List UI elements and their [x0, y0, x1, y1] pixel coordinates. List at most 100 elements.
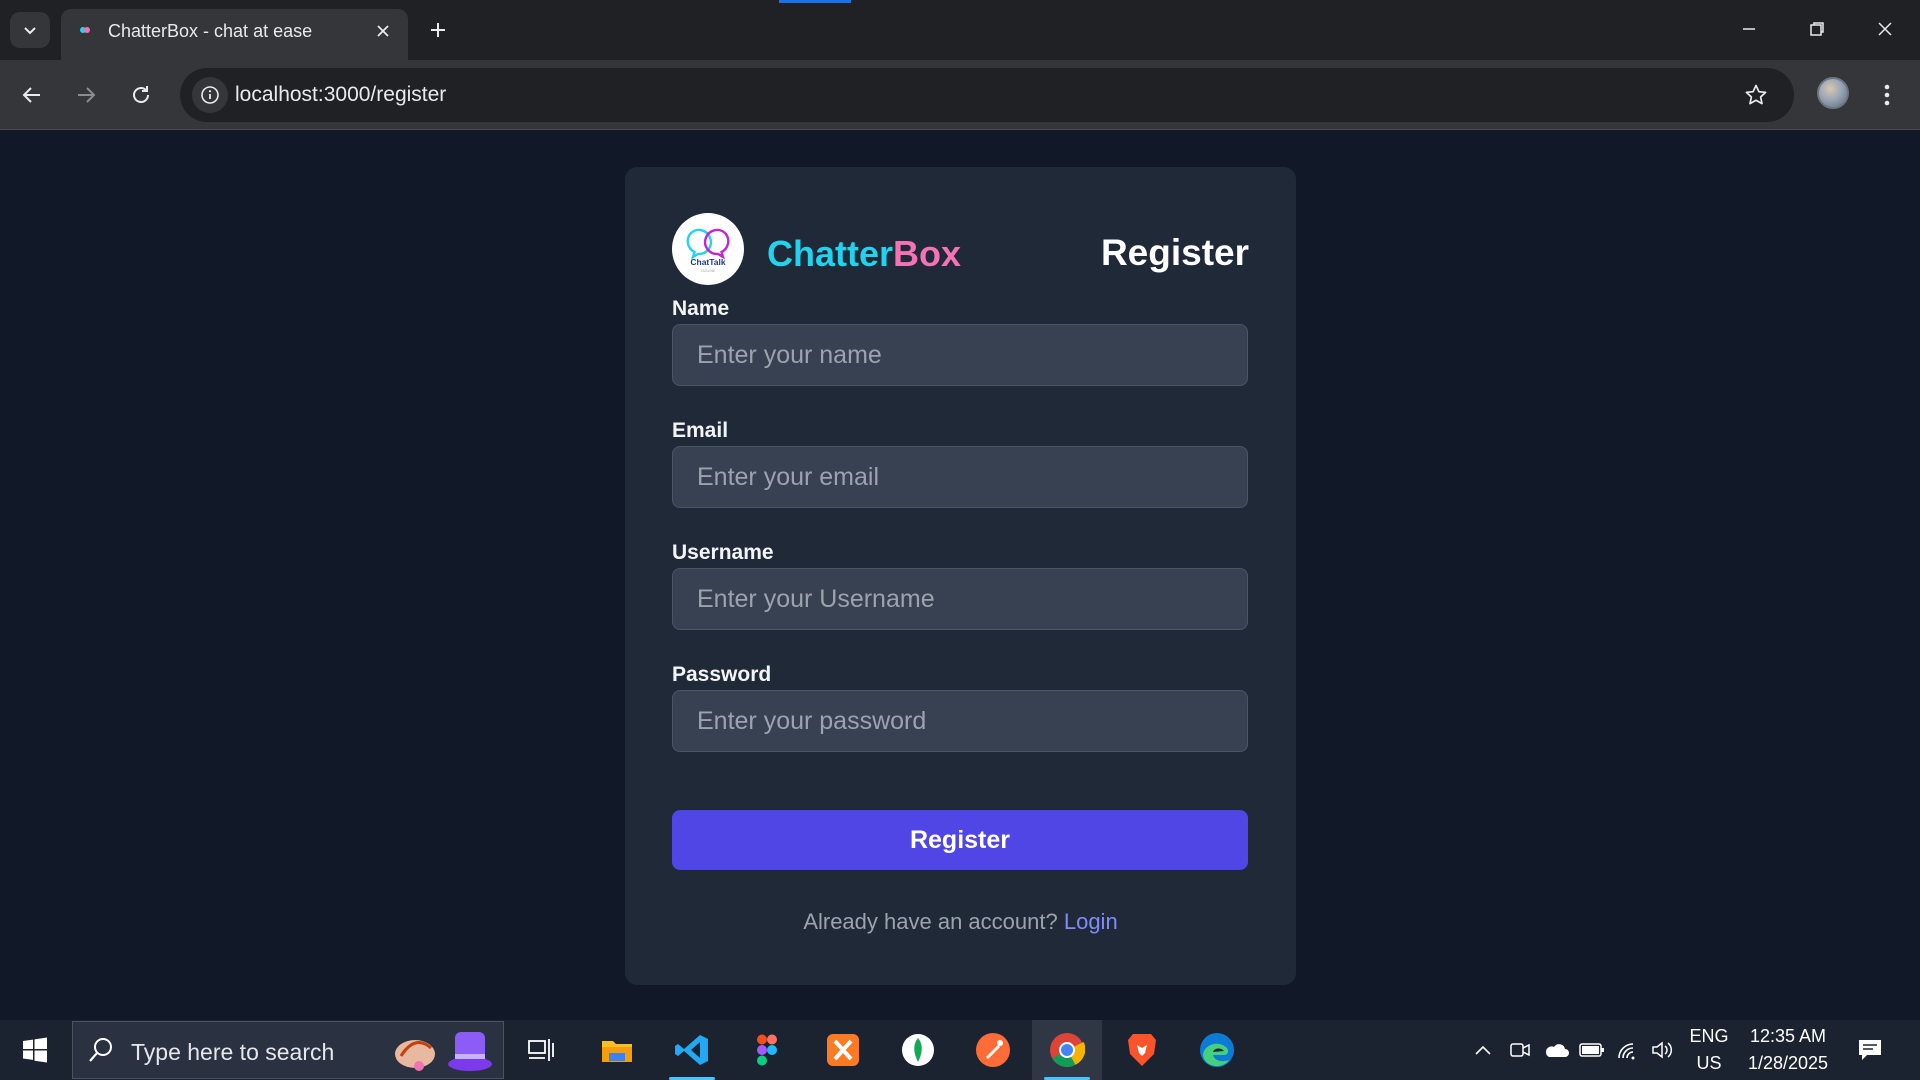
page-title: Register	[1100, 232, 1249, 273]
info-icon	[201, 86, 219, 104]
login-prompt: Already have an account? Login	[625, 909, 1296, 935]
chatterbox-favicon-icon	[80, 27, 90, 33]
brand-name-part1: Chatter	[767, 233, 894, 274]
restore-icon	[1810, 22, 1824, 36]
brand-name: ChatterBox	[767, 233, 961, 275]
battery-icon	[1579, 1043, 1604, 1057]
close-icon	[1878, 22, 1892, 36]
file-explorer-taskbar-button[interactable]	[582, 1020, 652, 1080]
arrow-right-icon	[78, 87, 96, 103]
volume-tray-button[interactable]	[1648, 1036, 1676, 1064]
tab-search-button[interactable]	[10, 12, 50, 48]
username-label: Username	[672, 541, 774, 564]
login-link[interactable]: Login	[1064, 909, 1118, 934]
new-tab-button[interactable]	[422, 14, 454, 46]
star-icon	[1745, 84, 1767, 105]
bookmark-button[interactable]	[1740, 79, 1772, 111]
password-label: Password	[672, 663, 772, 686]
clock-time[interactable]: 12:35 AM	[1740, 1026, 1836, 1047]
email-field[interactable]	[672, 446, 1248, 508]
email-label: Email	[672, 419, 729, 442]
cloud-icon	[1545, 1044, 1569, 1057]
plus-icon	[431, 23, 445, 37]
windows-taskbar: Type here to search ENG US 12:35 AM 1/28…	[0, 1020, 1920, 1080]
url-text[interactable]: localhost:3000/register	[235, 83, 446, 107]
message-icon	[1859, 1040, 1881, 1060]
mongodb-compass-taskbar-button[interactable]	[883, 1020, 953, 1080]
close-window-button[interactable]	[1862, 8, 1908, 50]
close-tab-button[interactable]	[371, 19, 395, 43]
page-viewport: ChatTalk TAGLINE ChatterBox Register Nam…	[0, 131, 1920, 1020]
profile-avatar[interactable]	[1817, 77, 1849, 109]
chrome-taskbar-button[interactable]	[1032, 1020, 1102, 1080]
close-icon	[377, 25, 389, 37]
name-field[interactable]	[672, 324, 1248, 386]
minimize-button[interactable]	[1726, 8, 1772, 50]
login-prompt-text: Already have an account?	[803, 909, 1058, 934]
task-view-icon	[528, 1039, 554, 1061]
search-placeholder: Type here to search	[131, 1039, 335, 1065]
restore-button[interactable]	[1794, 8, 1840, 50]
taskbar-search-box[interactable]: Type here to search	[72, 1021, 504, 1079]
speaker-icon	[1652, 1041, 1673, 1059]
address-bar[interactable]: localhost:3000/register	[180, 68, 1794, 122]
more-vertical-icon	[1884, 84, 1890, 106]
minimize-icon	[1743, 28, 1755, 30]
windows-logo-icon	[23, 1037, 47, 1063]
onedrive-tray-button[interactable]	[1542, 1036, 1570, 1064]
svg-text:TAGLINE: TAGLINE	[701, 269, 716, 273]
brave-icon	[1128, 1034, 1156, 1066]
figma-icon	[757, 1034, 777, 1066]
chattalk-logo: ChatTalk TAGLINE	[672, 213, 744, 285]
network-tray-button[interactable]	[1614, 1036, 1642, 1064]
site-info-button[interactable]	[192, 77, 228, 113]
vscode-taskbar-button[interactable]	[657, 1020, 727, 1080]
battery-tray-button[interactable]	[1578, 1036, 1606, 1064]
browser-tab-strip: ChatterBox - chat at ease	[0, 0, 1920, 60]
task-view-button[interactable]	[506, 1020, 576, 1080]
wifi-icon	[1618, 1043, 1635, 1060]
chat-bubbles-logo-icon: ChatTalk TAGLINE	[686, 228, 730, 273]
folder-icon	[602, 1041, 632, 1062]
figma-taskbar-button[interactable]	[732, 1020, 802, 1080]
vscode-icon	[675, 1035, 708, 1065]
notification-center-button[interactable]	[1854, 1034, 1886, 1066]
clock-date[interactable]: 1/28/2025	[1740, 1053, 1836, 1074]
tab-title: ChatterBox - chat at ease	[108, 21, 313, 41]
back-button[interactable]	[14, 77, 50, 113]
arrow-left-icon	[22, 87, 40, 103]
search-highlight-illustration-icon	[395, 1032, 492, 1071]
start-button[interactable]	[12, 1030, 58, 1070]
mongodb-compass-icon	[902, 1034, 934, 1066]
edge-taskbar-button[interactable]	[1182, 1020, 1252, 1080]
register-card: ChatTalk TAGLINE ChatterBox Register Nam…	[625, 167, 1296, 985]
meet-now-tray-button[interactable]	[1506, 1036, 1534, 1064]
browser-toolbar: localhost:3000/register	[0, 60, 1920, 130]
browser-menu-button[interactable]	[1872, 77, 1902, 113]
password-field[interactable]	[672, 690, 1248, 752]
name-label: Name	[672, 297, 730, 320]
language-indicator[interactable]: ENG	[1688, 1026, 1730, 1047]
chrome-icon	[1050, 1033, 1085, 1067]
register-button[interactable]: Register	[672, 810, 1248, 870]
reload-icon	[133, 86, 149, 103]
brave-taskbar-button[interactable]	[1107, 1020, 1177, 1080]
camera-icon	[1510, 1043, 1530, 1057]
tab-drop-indicator	[779, 0, 851, 3]
forward-button[interactable]	[68, 77, 104, 113]
postman-taskbar-button[interactable]	[958, 1020, 1028, 1080]
username-field[interactable]	[672, 568, 1248, 630]
xampp-taskbar-button[interactable]	[808, 1020, 878, 1080]
brand-name-part2: Box	[893, 233, 962, 274]
xampp-icon	[827, 1034, 859, 1066]
search-icon	[89, 1038, 112, 1062]
chevron-down-icon	[24, 27, 36, 35]
svg-text:ChatTalk: ChatTalk	[690, 257, 726, 267]
postman-icon	[976, 1033, 1010, 1067]
browser-tab[interactable]: ChatterBox - chat at ease	[61, 9, 408, 60]
region-indicator[interactable]: US	[1688, 1053, 1730, 1074]
show-hidden-icons-button[interactable]	[1469, 1036, 1497, 1064]
reload-button[interactable]	[123, 77, 159, 113]
edge-icon	[1200, 1033, 1234, 1067]
chevron-up-icon	[1475, 1045, 1491, 1055]
